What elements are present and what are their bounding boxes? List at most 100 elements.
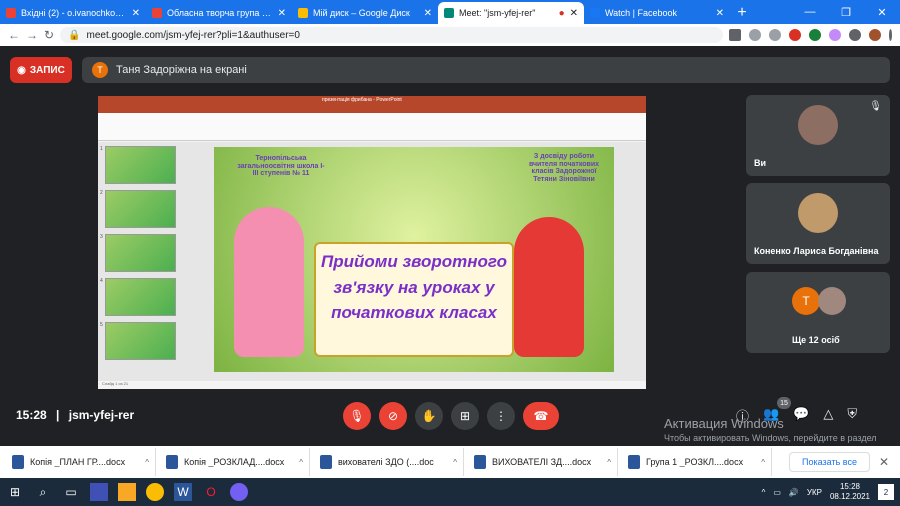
present-icon: ⊞ [459,409,471,423]
present-button[interactable]: ⊞ [451,402,479,430]
word-doc-icon [628,455,640,469]
avatar [818,287,846,315]
author-text: З досвіду роботи вчителя початкових клас… [528,153,600,184]
extension-icon[interactable] [829,29,841,41]
gmail-icon [6,8,16,18]
download-item[interactable]: Копія _РОЗКЛАД....docx ^ [160,448,310,476]
reload-icon[interactable]: ↻ [44,28,54,42]
boy-illustration [514,217,584,357]
participant-tile[interactable]: Коненко Лариса Богданівна [746,183,890,264]
raise-hand-button[interactable]: ✋ [415,402,443,430]
chevron-up-icon[interactable]: ^ [453,458,457,467]
girl-illustration [234,207,304,357]
save-icon[interactable] [90,483,108,501]
minimize-icon[interactable]: — [792,6,828,18]
close-window-icon[interactable]: ✕ [864,6,900,19]
chevron-up-icon[interactable]: ^ [761,458,765,467]
chrome-icon[interactable] [146,483,164,501]
slide-thumbnail: 5 [100,322,176,360]
powerpoint-body: 1 2 3 4 5 Тернопільська загальноосвітня … [98,142,646,381]
window-controls: — ❐ ✕ [792,0,900,24]
close-icon[interactable]: ✕ [716,8,724,19]
tab-gmail-group[interactable]: Обласна творча група 08.12. ✕ [146,2,292,24]
close-icon[interactable]: ✕ [874,455,894,469]
camera-icon[interactable] [729,29,741,41]
mic-off-button[interactable]: 🎙 [343,402,371,430]
close-icon[interactable]: ✕ [278,8,286,19]
slide-thumbnail: 2 [100,190,176,228]
network-icon[interactable]: ▭ [773,488,781,497]
slide-thumbnail: 3 [100,234,176,272]
download-item[interactable]: Група 1 _РОЗКЛ....docx ^ [622,448,772,476]
volume-icon[interactable]: 🔊 [789,488,799,497]
tab-facebook[interactable]: Watch | Facebook ✕ [584,2,730,24]
forward-icon[interactable]: → [26,28,38,42]
share-icon[interactable] [749,29,761,41]
chevron-up-icon[interactable]: ^ [762,488,766,497]
back-icon[interactable]: ← [8,28,20,42]
tab-google-drive[interactable]: Мій диск – Google Диск ✕ [292,2,438,24]
chevron-up-icon[interactable]: ^ [299,458,303,467]
call-controls: 🎙 ⊘ ✋ ⊞ ⋮ ☎ [343,402,559,430]
slide-thumbnail: 4 [100,278,176,316]
download-item[interactable]: ВИХОВАТЕЛІ ЗД....docx ^ [468,448,618,476]
profile-avatar[interactable] [869,29,881,41]
tab-gmail-inbox[interactable]: Вхідні (2) - o.ivanochko@ippo ✕ [0,2,146,24]
puzzle-icon[interactable] [849,29,861,41]
mic-off-icon: 🎙 [869,101,882,112]
restore-icon[interactable]: ❐ [828,6,864,19]
address-bar[interactable]: 🔒 meet.google.com/jsm-yfej-rer?pli=1&aut… [60,27,723,43]
presenter-label: Таня Задоріжна на екрані [116,64,247,76]
drive-icon [298,8,308,18]
meeting-details: 15:28 | jsm-yfej-rer [16,408,135,422]
menu-icon[interactable] [889,29,892,41]
more-options-button[interactable]: ⋮ [487,402,515,430]
camera-off-button[interactable]: ⊘ [379,402,407,430]
notifications-icon[interactable]: 2 [878,484,894,500]
show-all-downloads-button[interactable]: Показать все [789,452,870,472]
download-item[interactable]: Копія _ПЛАН ГР....docx ^ [6,448,156,476]
participant-tile-self[interactable]: 🎙 Ви [746,95,890,176]
close-icon[interactable]: ✕ [424,8,432,19]
leave-call-button[interactable]: ☎ [523,402,559,430]
avatar: Т [792,287,820,315]
viber-icon[interactable] [230,483,248,501]
tab-meet[interactable]: Meet: "jsm-yfej-rer" ● ✕ [438,2,584,24]
windows-start-icon[interactable]: ⊞ [6,483,24,501]
record-button[interactable]: ◉ ЗАПИС [10,57,72,83]
word-doc-icon [320,455,332,469]
lock-icon: 🔒 [68,29,81,41]
search-icon[interactable]: ⌕ [34,483,52,501]
camera-off-icon: ⊘ [387,409,399,423]
participant-count-badge: 15 [777,397,791,409]
word-doc-icon [166,455,178,469]
word-doc-icon [12,455,24,469]
shield-icon[interactable] [809,29,821,41]
gmail-icon [152,8,162,18]
shared-screen: презентація фрибана - PowerPoint 1 2 3 4… [98,96,646,389]
facebook-icon [590,8,600,18]
task-view-icon[interactable]: ▭ [62,483,80,501]
star-icon[interactable] [769,29,781,41]
download-item[interactable]: вихователі ЗДО (....doc ^ [314,448,464,476]
language-indicator[interactable]: УКР [807,488,822,497]
participant-tile-more[interactable]: Т Ще 12 осіб [746,272,890,353]
main-slide: Тернопільська загальноосвітня школа І-ІІ… [214,147,614,372]
more-vert-icon: ⋮ [495,409,507,423]
avatar [798,193,838,233]
new-tab-button[interactable]: + [730,2,754,24]
folder-icon[interactable] [118,483,136,501]
word-icon[interactable]: W [174,483,192,501]
windows-taskbar: ⊞ ⌕ ▭ W O ^ ▭ 🔊 УКР 15:28 08.12.2021 2 [0,478,900,506]
word-doc-icon [474,455,486,469]
chevron-up-icon[interactable]: ^ [607,458,611,467]
system-tray: ^ ▭ 🔊 УКР 15:28 08.12.2021 2 [762,482,894,501]
opera-icon[interactable] [789,29,801,41]
hang-up-icon: ☎ [533,409,549,423]
close-icon[interactable]: ✕ [132,8,140,19]
recording-dot-icon: ● [558,7,565,19]
chevron-up-icon[interactable]: ^ [145,458,149,467]
opera-icon[interactable]: O [202,483,220,501]
close-icon[interactable]: ✕ [570,8,578,19]
clock[interactable]: 15:28 08.12.2021 [830,482,870,501]
